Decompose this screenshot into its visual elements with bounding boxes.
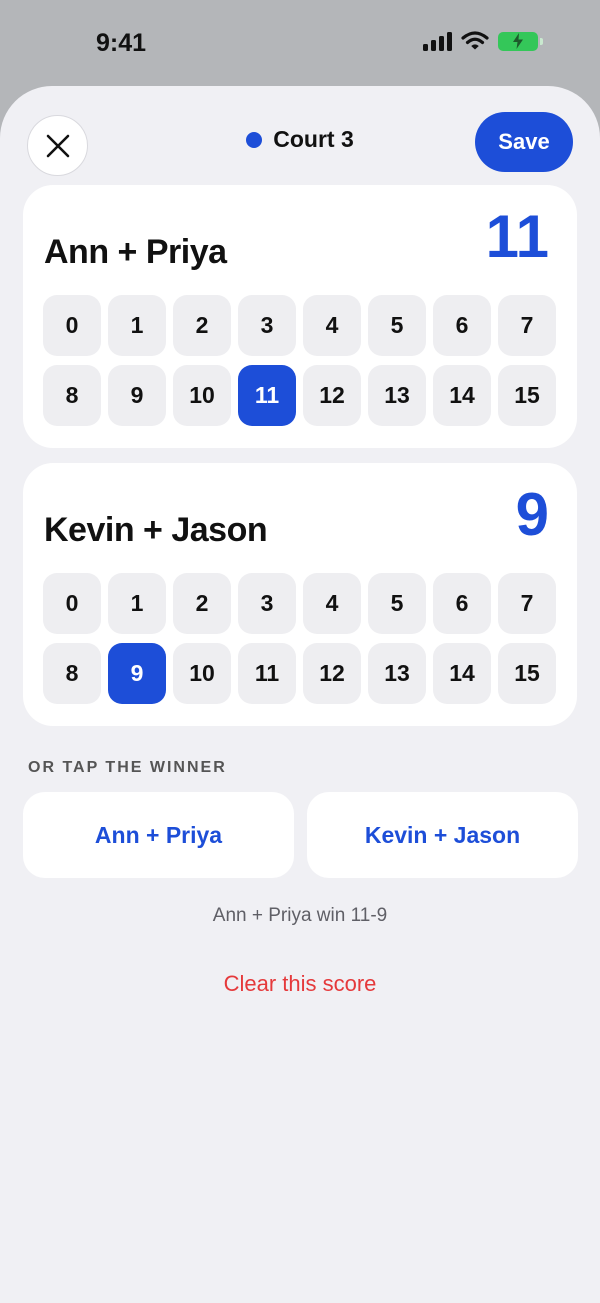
- score-option[interactable]: 14: [433, 365, 491, 426]
- team-name: Kevin + Jason: [44, 511, 268, 549]
- score-option[interactable]: 4: [303, 295, 361, 356]
- score-option[interactable]: 12: [303, 643, 361, 704]
- status-bar: 9:41: [0, 0, 600, 86]
- team-card-1: Ann + Priya 11 0 1 2 3 4 5 6 7 8 9 10 11 12 13 14 15: [23, 185, 577, 448]
- score-option[interactable]: 3: [238, 573, 296, 634]
- score-option[interactable]: 4: [303, 573, 361, 634]
- score-option[interactable]: 1: [108, 573, 166, 634]
- team-score: 9: [515, 481, 549, 548]
- score-option[interactable]: 5: [368, 295, 426, 356]
- score-picker: 0 1 2 3 4 5 6 7 8 9 10 11 12 13 14 15: [43, 295, 556, 426]
- score-option[interactable]: 9: [108, 643, 166, 704]
- score-option[interactable]: 0: [43, 295, 101, 356]
- score-option[interactable]: 1: [108, 295, 166, 356]
- score-option[interactable]: 10: [173, 643, 231, 704]
- score-option[interactable]: 14: [433, 643, 491, 704]
- score-option[interactable]: 6: [433, 573, 491, 634]
- winner-section-label: OR TAP THE WINNER: [28, 759, 227, 776]
- score-option[interactable]: 0: [43, 573, 101, 634]
- score-option[interactable]: 15: [498, 365, 556, 426]
- score-option[interactable]: 3: [238, 295, 296, 356]
- score-option[interactable]: 6: [433, 295, 491, 356]
- status-icons: [423, 31, 543, 51]
- score-sheet: Court 3 Save Ann + Priya 11 0 1 2 3 4 5 6 7 8 9 10…: [0, 86, 600, 1303]
- score-option[interactable]: 9: [108, 365, 166, 426]
- score-option[interactable]: 11: [238, 643, 296, 704]
- clear-score-link[interactable]: Clear this score: [0, 971, 600, 997]
- wifi-icon: [461, 31, 489, 50]
- score-option[interactable]: 7: [498, 295, 556, 356]
- team-card-2: Kevin + Jason 9 0 1 2 3 4 5 6 7 8 9 10 11 12 13 14 15: [23, 463, 577, 726]
- score-option[interactable]: 11: [238, 365, 296, 426]
- score-option[interactable]: 15: [498, 643, 556, 704]
- score-option[interactable]: 13: [368, 365, 426, 426]
- score-option[interactable]: 13: [368, 643, 426, 704]
- cellular-signal-icon: [423, 31, 452, 51]
- status-time: 9:41: [96, 29, 147, 57]
- score-option[interactable]: 10: [173, 365, 231, 426]
- battery-icon: [498, 31, 543, 51]
- score-option[interactable]: 8: [43, 365, 101, 426]
- score-option[interactable]: 2: [173, 573, 231, 634]
- score-option[interactable]: 12: [303, 365, 361, 426]
- score-option[interactable]: 7: [498, 573, 556, 634]
- team-name: Ann + Priya: [44, 233, 227, 271]
- winner-button-team-2[interactable]: Kevin + Jason: [307, 792, 578, 878]
- team-score: 11: [485, 203, 549, 270]
- court-label: Court 3: [273, 126, 354, 152]
- winner-button-team-1[interactable]: Ann + Priya: [23, 792, 294, 878]
- score-picker: 0 1 2 3 4 5 6 7 8 9 10 11 12 13 14 15: [43, 573, 556, 704]
- save-button[interactable]: Save: [475, 112, 573, 172]
- court-dot-icon: [246, 131, 263, 148]
- result-summary: Ann + Priya win 11-9: [212, 905, 388, 926]
- score-option[interactable]: 2: [173, 295, 231, 356]
- score-option[interactable]: 5: [368, 573, 426, 634]
- charging-bolt-icon: [513, 33, 523, 49]
- score-option[interactable]: 8: [43, 643, 101, 704]
